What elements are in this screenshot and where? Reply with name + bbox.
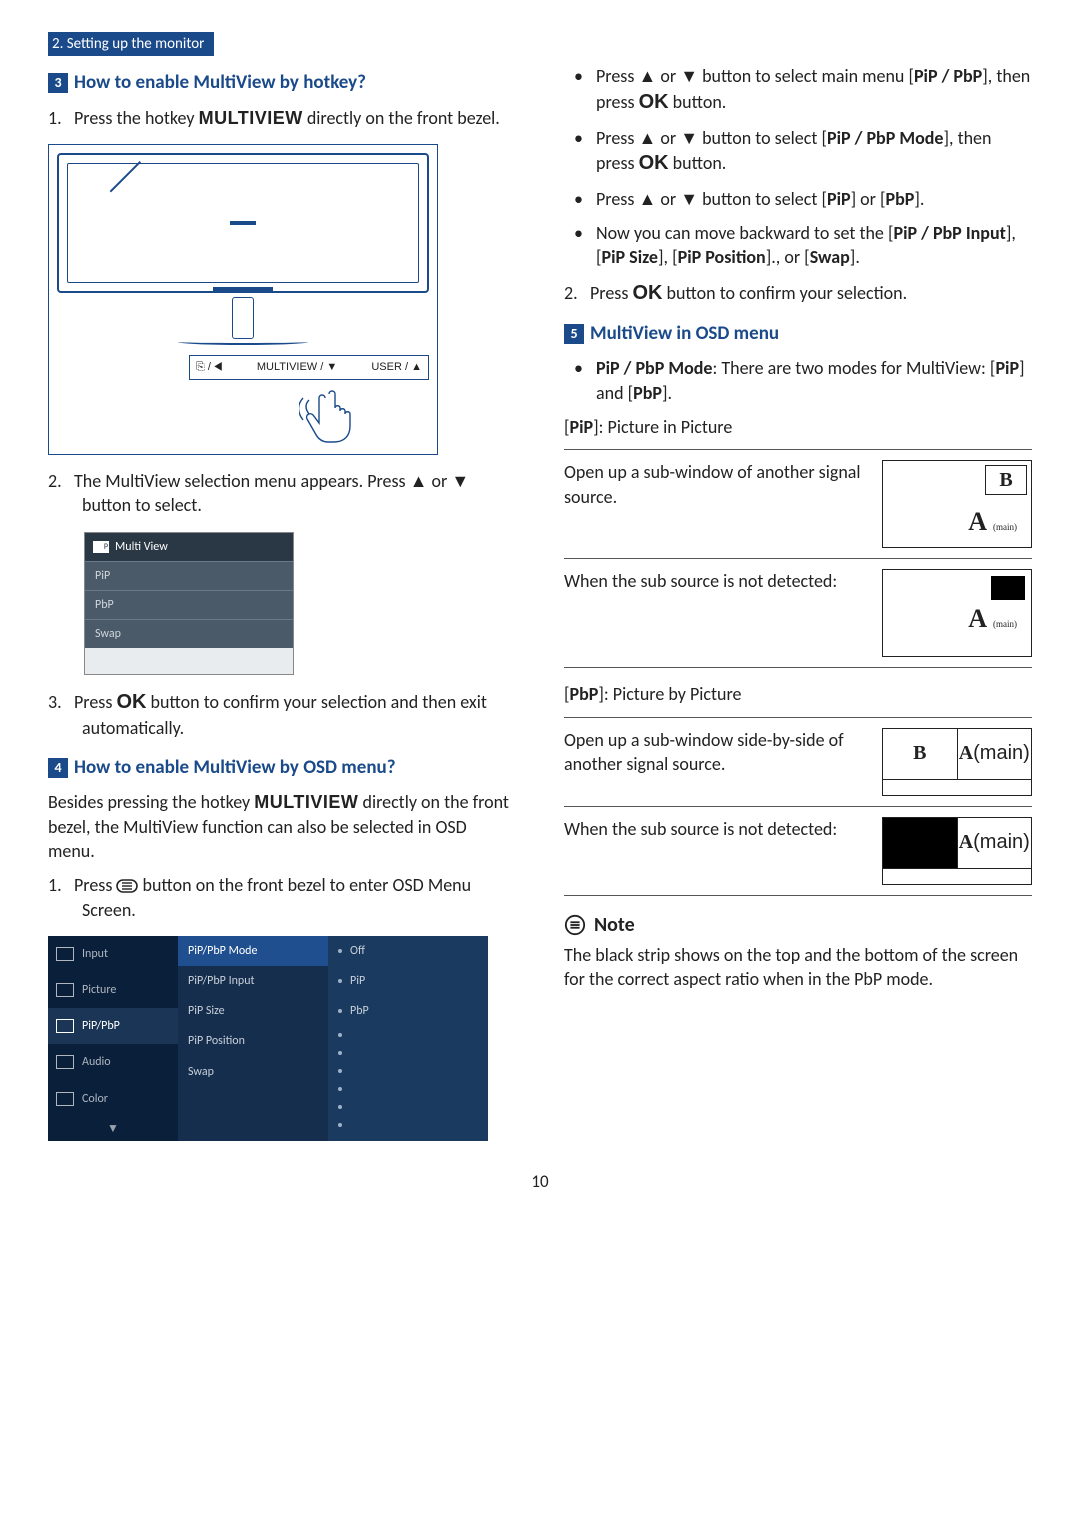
pbp-label: [PbP]: Picture by Picture bbox=[564, 682, 1032, 706]
osd-mid-mode: PiP/PbP Mode bbox=[178, 936, 328, 966]
osd-step-1: 1.Press button on the front bezel to ent… bbox=[48, 873, 516, 922]
osd-nav-picture: Picture bbox=[48, 972, 178, 1008]
step-2: 2.The MultiView selection menu appears. … bbox=[48, 469, 516, 518]
right-step-2: 2.Press OK button to confirm your select… bbox=[564, 280, 1032, 307]
chevron-down-icon: ▼ bbox=[48, 1117, 178, 1141]
osd-row-pip: PiP bbox=[85, 561, 293, 590]
callout-line-icon bbox=[107, 155, 147, 195]
step-3: 3.Press OK button to confirm your select… bbox=[48, 689, 516, 740]
section-header: 2. Setting up the monitor bbox=[48, 32, 214, 56]
left-column: 3 How to enable MultiView by hotkey? 1.Pr… bbox=[48, 64, 516, 1141]
pbp-cell-a-2: A (main) bbox=[958, 818, 1032, 868]
osd-nav-color: Color bbox=[48, 1081, 178, 1117]
osd-nav-pip: PiP/PbP bbox=[48, 1008, 178, 1044]
bezel-button-row: ⎘ / ◀ MULTIVIEW / ▼ USER / ▲ bbox=[189, 355, 429, 380]
bezel-btn-user: USER / ▲ bbox=[371, 360, 422, 375]
osd-opt-off: Off bbox=[328, 936, 488, 966]
monitor-illustration: ⎘ / ◀ MULTIVIEW / ▼ USER / ▲ bbox=[48, 144, 438, 455]
brand-logo-icon bbox=[230, 221, 256, 225]
pbp-figure-1: B A (main) bbox=[882, 728, 1032, 796]
pip-figure-2: A (main) bbox=[882, 569, 1032, 657]
pip-figure-1: B A (main) bbox=[882, 460, 1032, 548]
manual-page: 2. Setting up the monitor 3 How to enable… bbox=[0, 0, 1080, 1214]
note-icon bbox=[564, 914, 586, 936]
q4-text: How to enable MultiView by OSD menu? bbox=[74, 756, 396, 779]
color-icon bbox=[56, 1092, 74, 1106]
bezel-btn-multiview: MULTIVIEW / ▼ bbox=[257, 360, 337, 375]
pbp-cell-b: B bbox=[883, 729, 958, 779]
sub-b-label: B bbox=[985, 465, 1027, 495]
pip-desc-2: When the sub source is not detected: bbox=[564, 569, 862, 593]
mode-desc: PiP / PbP Mode: There are two modes for … bbox=[564, 356, 1032, 405]
osd-multiview-menu: Multi View PiP PbP Swap bbox=[84, 532, 294, 676]
heading-q3: 3 How to enable MultiView by hotkey? bbox=[48, 70, 516, 96]
step-badge-4: 4 bbox=[48, 758, 68, 778]
osd-opt-pbp: PbP bbox=[328, 996, 488, 1026]
pip-nav-icon bbox=[56, 1019, 74, 1033]
pip-icon bbox=[93, 541, 109, 553]
step-1: 1.Press the hotkey MULTIVIEW directly on… bbox=[48, 106, 516, 130]
osd-row-pbp: PbP bbox=[85, 590, 293, 619]
heading-q4: 4 How to enable MultiView by OSD menu? bbox=[48, 755, 516, 781]
step-badge-5: 5 bbox=[564, 324, 584, 344]
bullet-3: Press ▲ or ▼ button to select [PiP] or [… bbox=[564, 187, 1032, 211]
osd-mid-size: PiP Size bbox=[178, 996, 328, 1026]
osd-title: Multi View bbox=[85, 533, 293, 561]
pip-desc-1: Open up a sub-window of another signal s… bbox=[564, 460, 862, 509]
osd-mid-input: PiP/PbP Input bbox=[178, 966, 328, 996]
osd-main-menu: Input Picture PiP/PbP Audio Color ▼ PiP/… bbox=[48, 936, 488, 1141]
pip-label: [PiP]: Picture in Picture bbox=[564, 415, 1032, 439]
heading-q5: 5MultiView in OSD menu bbox=[564, 321, 1032, 347]
osd-opt-pip: PiP bbox=[328, 966, 488, 996]
right-column: Press ▲ or ▼ button to select main menu … bbox=[564, 64, 1032, 1141]
bullet-1: Press ▲ or ▼ button to select main menu … bbox=[564, 64, 1032, 115]
pbp-desc-2: When the sub source is not detected: bbox=[564, 817, 862, 841]
hand-pointer-icon bbox=[299, 386, 369, 446]
page-number: 10 bbox=[48, 1171, 1032, 1194]
q4-intro: Besides pressing the hotkey MULTIVIEW di… bbox=[48, 790, 516, 863]
audio-icon bbox=[56, 1055, 74, 1069]
step-badge-3: 3 bbox=[48, 73, 68, 93]
pbp-figure-2: A (main) bbox=[882, 817, 1032, 885]
osd-nav-audio: Audio bbox=[48, 1044, 178, 1080]
input-icon bbox=[56, 947, 74, 961]
osd-nav-input: Input bbox=[48, 936, 178, 972]
q3-text: How to enable MultiView by hotkey? bbox=[74, 71, 366, 94]
a-main-label-2: A (main) bbox=[968, 601, 1017, 636]
osd-row-swap: Swap bbox=[85, 619, 293, 648]
osd-mid-swap: Swap bbox=[178, 1057, 328, 1087]
osd-mid-position: PiP Position bbox=[178, 1026, 328, 1056]
bullet-4: Now you can move backward to set the [Pi… bbox=[564, 221, 1032, 270]
note-heading: Note bbox=[564, 912, 1032, 939]
bullet-2: Press ▲ or ▼ button to select [PiP / PbP… bbox=[564, 126, 1032, 177]
a-main-label: A (main) bbox=[968, 504, 1017, 539]
note-body: The black strip shows on the top and the… bbox=[564, 943, 1032, 992]
bezel-btn-back: ⎘ / ◀ bbox=[196, 360, 223, 375]
menu-icon bbox=[116, 879, 138, 893]
pbp-cell-black bbox=[883, 818, 958, 868]
picture-icon bbox=[56, 983, 74, 997]
pbp-desc-1: Open up a sub-window side-by-side of ano… bbox=[564, 728, 862, 777]
sub-black-box bbox=[991, 576, 1025, 600]
pbp-cell-a: A (main) bbox=[958, 729, 1032, 779]
